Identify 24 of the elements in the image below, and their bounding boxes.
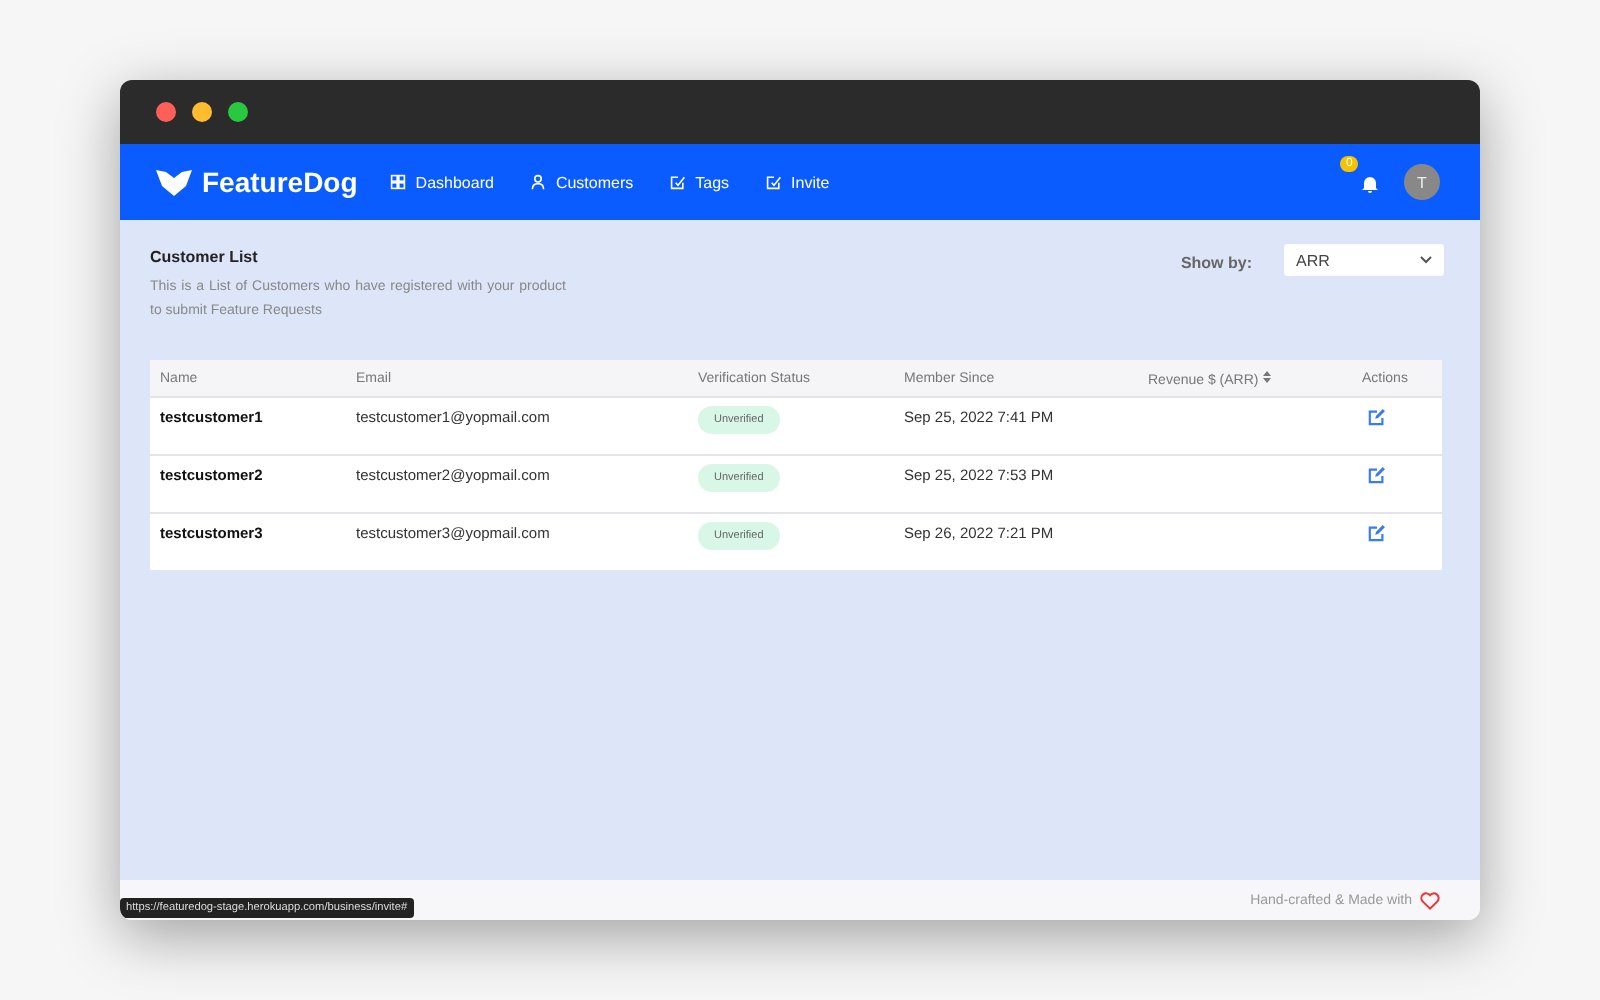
nav-link[interactable]: Invite [765, 173, 830, 191]
user-icon [529, 174, 546, 190]
edit-icon[interactable] [1368, 466, 1386, 484]
heart-logo-icon [156, 168, 192, 196]
bell-icon[interactable] [1360, 174, 1380, 194]
show-by-label: Show by: [1180, 254, 1252, 272]
user-avatar[interactable]: T [1404, 164, 1440, 200]
close-dot[interactable] [156, 102, 176, 122]
edit-icon[interactable] [1368, 408, 1386, 426]
show-by-dropdown[interactable]: ARR [1284, 244, 1444, 276]
heart-icon [1420, 891, 1440, 909]
brand-name[interactable]: FeatureDog [202, 166, 358, 198]
minimize-dot[interactable] [192, 102, 212, 122]
nav-link[interactable]: Dashboard [389, 173, 494, 191]
nav-link[interactable]: Customers [529, 173, 634, 191]
sort-icon[interactable] [1262, 369, 1273, 383]
page-title: Customer List [150, 248, 260, 266]
zoom-dot[interactable] [228, 102, 248, 122]
edit-icon [765, 174, 782, 190]
edit-icon [669, 174, 686, 190]
chevron-icon [1420, 256, 1432, 264]
edit-icon[interactable] [1368, 524, 1386, 542]
nav-link[interactable]: Tags [669, 173, 730, 191]
grid-icon [389, 174, 406, 190]
